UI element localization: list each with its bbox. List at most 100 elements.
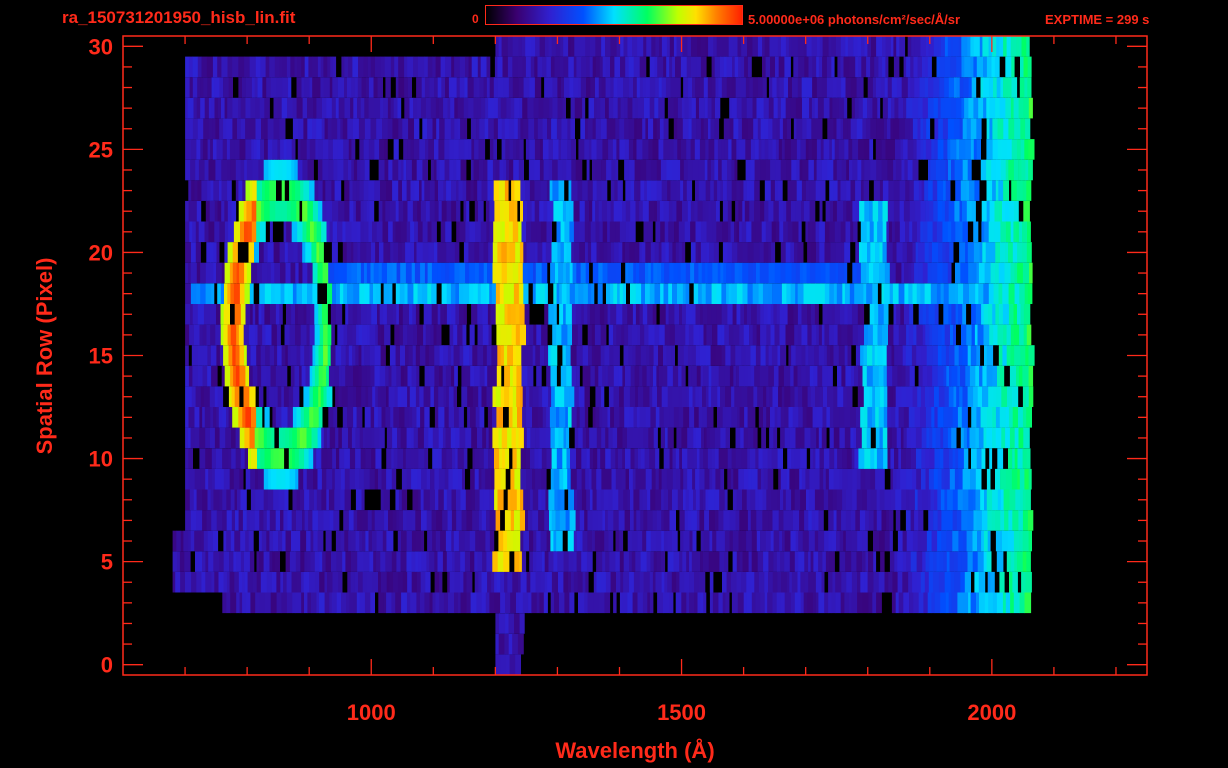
heatmap-cell (995, 262, 1000, 284)
heatmap-cell (335, 304, 343, 325)
heatmap-cell (359, 180, 365, 201)
heatmap-cell (280, 510, 284, 531)
heatmap-cell (306, 221, 311, 243)
heatmap-cell (910, 77, 915, 98)
heatmap-cell (676, 200, 683, 222)
heatmap-cell (867, 407, 873, 428)
heatmap-cell (302, 242, 306, 263)
heatmap-cell (883, 386, 888, 407)
heatmap-cell (760, 468, 765, 490)
heatmap-cell (504, 386, 510, 407)
heatmap-cell (983, 427, 987, 449)
heatmap-cell (372, 221, 378, 243)
heatmap-cell (573, 221, 580, 243)
heatmap-cell (999, 97, 1006, 119)
heatmap-cell (1017, 448, 1024, 469)
heatmap-cell (221, 180, 228, 201)
heatmap-cell (705, 180, 711, 201)
heatmap-cell (192, 56, 199, 78)
heatmap-cell (570, 139, 576, 160)
heatmap-cell (313, 221, 317, 243)
heatmap-cell (941, 345, 947, 366)
heatmap-cell (824, 530, 829, 552)
heatmap-cell (196, 510, 203, 531)
heatmap-cell (536, 324, 542, 346)
heatmap-cell (1003, 489, 1010, 511)
heatmap-cell (931, 530, 938, 552)
heatmap-cell (300, 139, 308, 160)
heatmap-cell (743, 427, 749, 449)
heatmap-cell (434, 180, 439, 201)
heatmap-cell (266, 551, 270, 572)
heatmap-cell (240, 221, 245, 243)
heatmap-cell (193, 97, 198, 119)
heatmap-cell (324, 118, 329, 140)
heatmap-cell (245, 407, 252, 428)
heatmap-cell (800, 448, 807, 469)
heatmap-cell (283, 139, 287, 160)
heatmap-cell (933, 468, 939, 490)
heatmap-cell (925, 386, 930, 407)
heatmap-cell (589, 200, 593, 222)
heatmap-cell (675, 56, 682, 78)
heatmap-cell (683, 407, 690, 428)
heatmap-cell (891, 221, 896, 243)
heatmap-cell (407, 324, 414, 346)
heatmap-cell (956, 510, 962, 531)
heatmap-cell (703, 592, 707, 614)
heatmap-cell (449, 324, 454, 346)
heatmap-cell (1020, 489, 1024, 511)
heatmap-cell (289, 180, 293, 201)
heatmap-cell (762, 510, 769, 531)
heatmap-cell (900, 139, 904, 160)
heatmap-cell (664, 324, 671, 346)
heatmap-cell (1028, 468, 1032, 490)
heatmap-cell (603, 489, 609, 511)
heatmap-cell (887, 159, 894, 181)
heatmap-cell (985, 242, 990, 263)
heatmap-cell (924, 571, 930, 593)
heatmap-cell (591, 324, 596, 346)
heatmap-cell (959, 200, 963, 222)
heatmap-cell (269, 551, 273, 572)
heatmap-cell (642, 77, 647, 98)
heatmap-cell (482, 324, 489, 346)
heatmap-cell (857, 592, 863, 614)
heatmap-cell (642, 118, 646, 140)
heatmap-cell (1022, 551, 1027, 572)
heatmap-cell (610, 448, 616, 469)
heatmap-cell (918, 262, 924, 284)
heatmap-cell (529, 407, 533, 428)
heatmap-cell (416, 242, 424, 263)
heatmap-cell (982, 242, 987, 263)
heatmap-cell (469, 262, 476, 284)
heatmap-cell (726, 77, 733, 98)
heatmap-cell (573, 571, 578, 593)
heatmap-cell (976, 139, 981, 160)
heatmap-cell (732, 56, 735, 78)
heatmap-cell (1002, 345, 1008, 366)
heatmap-cell (829, 200, 834, 222)
heatmap-cell (709, 592, 714, 614)
heatmap-cell (479, 448, 485, 469)
heatmap-cell (821, 571, 825, 593)
heatmap-cell (411, 551, 416, 572)
heatmap-cell (869, 304, 875, 325)
heatmap-cell (224, 221, 229, 243)
heatmap-cell (175, 571, 181, 593)
heatmap-cell (592, 200, 596, 222)
heatmap-cell (542, 242, 547, 263)
heatmap-cell (632, 304, 637, 325)
heatmap-cell (844, 345, 848, 366)
heatmap-cell (532, 551, 537, 572)
heatmap-cell (642, 200, 650, 222)
heatmap-cell (410, 242, 415, 263)
heatmap-cell (847, 324, 854, 346)
heatmap-cell (232, 118, 238, 140)
heatmap-cell (669, 407, 675, 428)
heatmap-cell (710, 159, 715, 181)
heatmap-cell (270, 592, 277, 614)
heatmap-cell (872, 324, 878, 346)
heatmap-cell (446, 304, 452, 325)
heatmap-cell (684, 221, 691, 243)
